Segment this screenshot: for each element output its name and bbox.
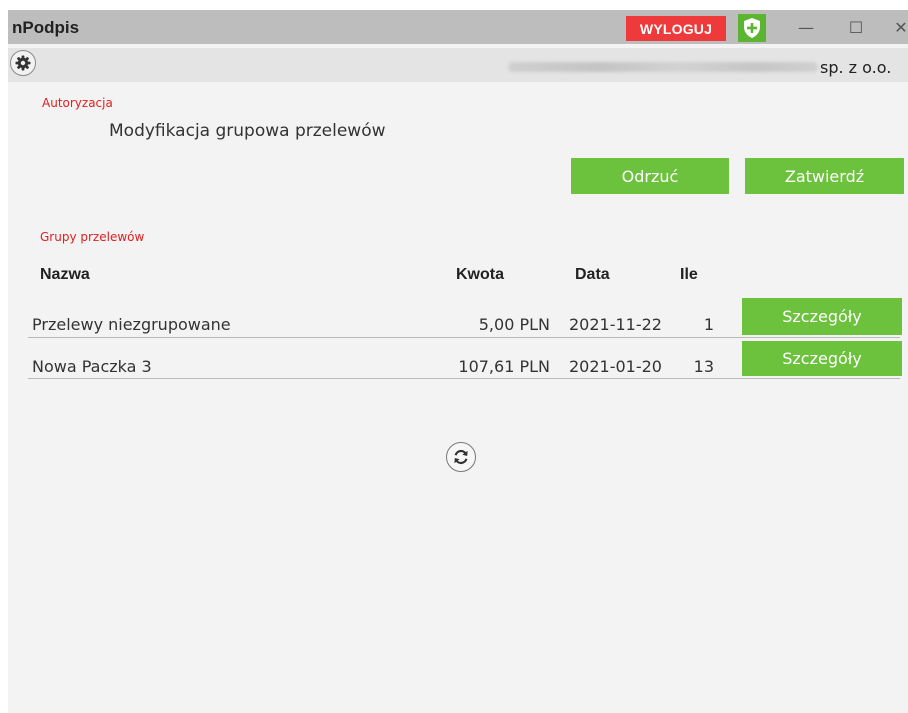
authorization-section-label: Autoryzacja <box>42 96 113 110</box>
close-button[interactable]: ✕ <box>886 16 908 38</box>
group-name: Przelewy niezgrupowane <box>32 315 231 334</box>
row-divider <box>28 337 900 338</box>
column-header-amount: Kwota <box>456 266 504 283</box>
group-amount: 5,00 PLN <box>478 315 550 334</box>
refresh-icon[interactable] <box>446 442 476 472</box>
app-window: nPodpis WYLOGUJ — ☐ ✕ sp. z o.o. Autoryz… <box>8 10 908 713</box>
confirm-button[interactable]: Zatwierdź <box>745 158 904 194</box>
details-button[interactable]: Szczegóły <box>742 341 902 376</box>
toolbar: sp. z o.o. <box>8 48 908 82</box>
details-button[interactable]: Szczegóły <box>742 298 902 335</box>
minimize-button[interactable]: — <box>791 16 821 38</box>
row-divider <box>28 378 900 379</box>
group-amount: 107,61 PLN <box>458 357 550 376</box>
gear-icon[interactable] <box>10 50 36 76</box>
group-date: 2021-11-22 <box>569 315 662 334</box>
column-header-count: Ile <box>680 266 698 283</box>
company-name-redacted <box>508 62 818 72</box>
group-count: 1 <box>703 315 714 334</box>
column-header-name: Nazwa <box>40 266 90 283</box>
column-header-date: Data <box>575 266 610 283</box>
title-bar: nPodpis WYLOGUJ — ☐ ✕ <box>8 10 908 44</box>
logout-button[interactable]: WYLOGUJ <box>626 16 726 41</box>
group-count: 13 <box>693 357 714 376</box>
groups-section-label: Grupy przelewów <box>40 230 145 244</box>
shield-icon[interactable] <box>738 14 766 42</box>
maximize-button[interactable]: ☐ <box>841 16 871 38</box>
group-date: 2021-01-20 <box>569 357 662 376</box>
app-title: nPodpis <box>12 18 80 37</box>
group-name: Nowa Paczka 3 <box>32 357 152 376</box>
company-suffix: sp. z o.o. <box>820 58 892 77</box>
authorization-title: Modyfikacja grupowa przelewów <box>109 121 386 141</box>
reject-button[interactable]: Odrzuć <box>571 158 729 194</box>
